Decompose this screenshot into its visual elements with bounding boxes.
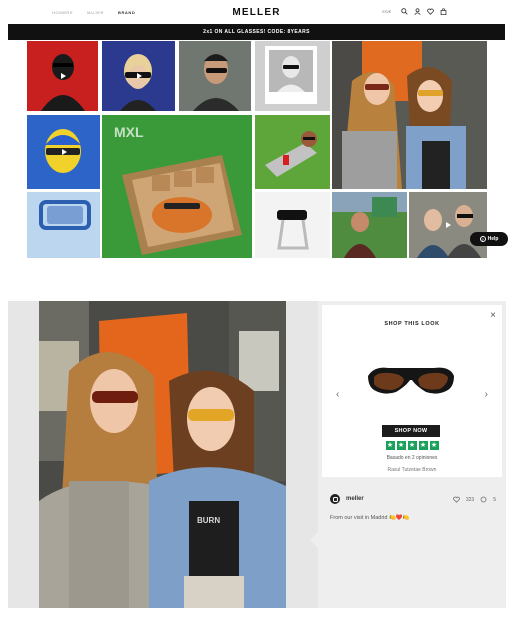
- like-count: 323: [465, 496, 475, 503]
- nav-actions: ES/€: [382, 8, 447, 15]
- play-icon[interactable]: [60, 73, 66, 79]
- portrait-art: [332, 192, 407, 258]
- language-selector[interactable]: ES/€: [382, 9, 391, 14]
- grid-photo-blonde-portrait[interactable]: [102, 41, 175, 111]
- rating-text[interactable]: Basado en 2 opiniones: [322, 455, 502, 461]
- svg-text:MXL: MXL: [114, 124, 144, 140]
- top-navigation: HOMBRE MUJER BRAND MELLER ES/€: [8, 0, 505, 24]
- comment-count: 5: [493, 496, 496, 503]
- star-icon: ★: [407, 441, 417, 450]
- shop-look-modal: BURN × SHOP THIS LOOK ‹ › SHOP NOW ★ ★ ★…: [8, 301, 506, 608]
- chevron-right-icon[interactable]: ›: [485, 389, 488, 400]
- heart-outline-icon[interactable]: [453, 496, 460, 503]
- star-icon: ★: [429, 441, 439, 450]
- grid-photo-product-stand[interactable]: [255, 192, 330, 258]
- box-art: MXL: [114, 124, 242, 255]
- bag-icon[interactable]: [440, 8, 447, 15]
- promo-banner[interactable]: 2x1 ON ALL GLASSES! CODE: 8YEARS: [8, 24, 505, 40]
- post-caption: From our visit in Madrid 🍋❤️🍋: [330, 515, 410, 521]
- grid-photo-gift-box[interactable]: MXL: [102, 115, 252, 258]
- svg-text:BURN: BURN: [197, 516, 220, 525]
- close-icon[interactable]: ×: [490, 311, 496, 321]
- question-icon: ?: [479, 236, 486, 242]
- portrait-art: [193, 54, 239, 111]
- grid-photo-man-grass[interactable]: [332, 192, 407, 258]
- play-icon[interactable]: [61, 149, 67, 155]
- star-icon: ★: [396, 441, 406, 450]
- heart-icon[interactable]: [427, 8, 434, 15]
- grid-photo-two-women-large[interactable]: [332, 41, 487, 189]
- star-icon: ★: [385, 441, 395, 450]
- grid-photo-painted-face[interactable]: [27, 115, 100, 189]
- product-card: × SHOP THIS LOOK ‹ › SHOP NOW ★ ★ ★ ★ ★ …: [322, 305, 502, 477]
- instagram-icon: [330, 494, 340, 504]
- product-sunglasses-image[interactable]: [364, 360, 458, 400]
- play-icon[interactable]: [446, 222, 451, 228]
- chevron-left-icon[interactable]: ‹: [336, 389, 339, 400]
- play-icon[interactable]: [136, 73, 142, 79]
- user-icon[interactable]: [414, 8, 421, 15]
- look-photo-art: BURN: [39, 301, 286, 608]
- star-icon: ★: [418, 441, 428, 450]
- grid-photo-polaroid[interactable]: [255, 41, 330, 111]
- polaroid-art: [265, 46, 317, 104]
- post-stats: 323 5: [453, 496, 496, 503]
- product-name[interactable]: Rasul Tutzetae Brown: [322, 467, 502, 473]
- instagram-username[interactable]: meller: [346, 496, 364, 502]
- grid-photo-man-portrait[interactable]: [179, 41, 251, 111]
- product-art: [277, 210, 309, 250]
- search-icon[interactable]: [401, 8, 408, 15]
- help-label: Help: [487, 236, 499, 242]
- side-panel: × SHOP THIS LOOK ‹ › SHOP NOW ★ ★ ★ ★ ★ …: [318, 301, 506, 608]
- look-photo: BURN: [39, 301, 286, 608]
- store-page: HOMBRE MUJER BRAND MELLER ES/€ 2x1 ON AL…: [8, 0, 508, 262]
- grid-photo-red-portrait[interactable]: [27, 41, 98, 111]
- large-photo-art: [332, 41, 466, 189]
- card-title: SHOP THIS LOOK: [384, 321, 440, 327]
- shop-now-button[interactable]: SHOP NOW: [382, 425, 440, 437]
- instagram-author[interactable]: meller: [330, 494, 364, 504]
- rating-stars: ★ ★ ★ ★ ★: [322, 441, 502, 450]
- grid-photo-grass-lying[interactable]: [255, 115, 330, 189]
- comment-icon[interactable]: [480, 496, 487, 503]
- help-button[interactable]: ? Help: [470, 232, 508, 246]
- portrait-art: [265, 131, 317, 177]
- grid-photo-two-men[interactable]: [409, 192, 487, 258]
- product-art: [39, 200, 91, 230]
- grid-photo-blue-frame[interactable]: [27, 192, 100, 258]
